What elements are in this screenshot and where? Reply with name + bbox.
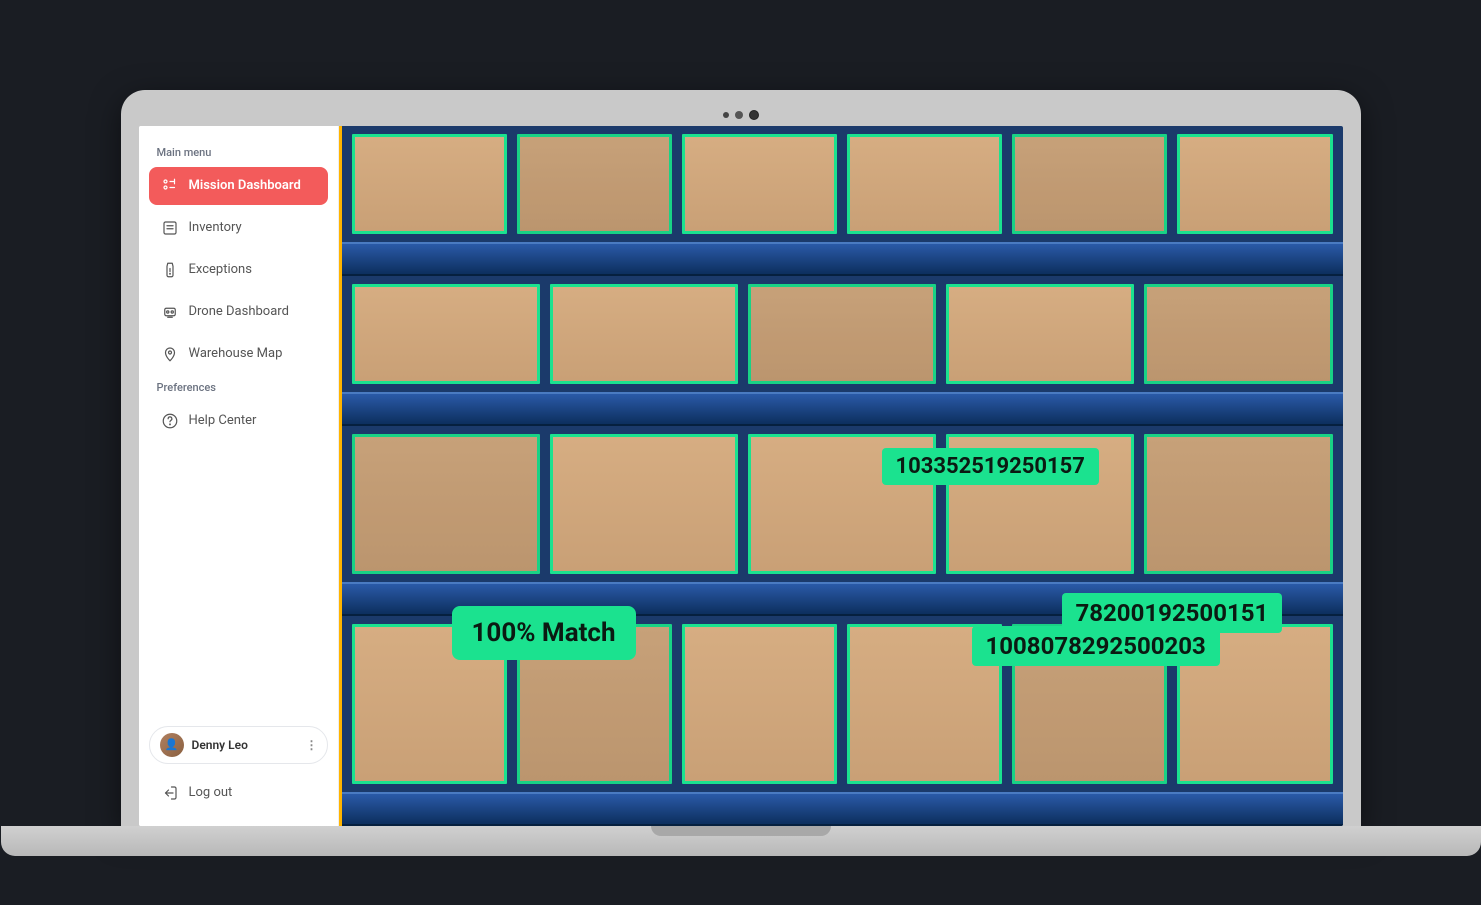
exceptions-icon	[161, 261, 179, 279]
sidebar-item-label: Warehouse Map	[189, 346, 283, 361]
sidebar-section-main: Main menu	[149, 140, 328, 165]
sidebar-item-label: Inventory	[189, 220, 242, 235]
logout-button[interactable]: Log out	[149, 774, 328, 812]
detected-box	[352, 284, 540, 384]
detected-box	[352, 134, 507, 234]
sidebar-item-drone-dashboard[interactable]: Drone Dashboard	[149, 293, 328, 331]
app-screen: Main menu Mission Dashboard Inventory Ex…	[139, 126, 1343, 826]
shelf-beam	[342, 392, 1343, 426]
warehouse-shelves	[342, 126, 1343, 826]
detected-box	[1144, 284, 1332, 384]
detected-box	[847, 134, 1002, 234]
sidebar-section-prefs: Preferences	[149, 375, 328, 400]
laptop-base	[1, 826, 1481, 856]
dashboard-icon	[161, 177, 179, 195]
detected-box	[550, 284, 738, 384]
sidebar-item-label: Exceptions	[189, 262, 252, 277]
sidebar-item-mission-dashboard[interactable]: Mission Dashboard	[149, 167, 328, 205]
help-icon	[161, 412, 179, 430]
inventory-icon	[161, 219, 179, 237]
shelf-row	[342, 426, 1343, 582]
drone-icon	[161, 303, 179, 321]
sidebar-item-help-center[interactable]: Help Center	[149, 402, 328, 440]
detected-box	[682, 134, 837, 234]
barcode-overlay: 103352519250157	[882, 448, 1099, 485]
match-badge: 100% Match	[452, 606, 636, 660]
sidebar: Main menu Mission Dashboard Inventory Ex…	[139, 126, 339, 826]
logout-icon	[161, 784, 179, 802]
camera-feed: 100% Match 103352519250157 7820019250015…	[339, 126, 1343, 826]
sidebar-item-warehouse-map[interactable]: Warehouse Map	[149, 335, 328, 373]
shelf-row	[342, 126, 1343, 242]
detected-box	[1177, 134, 1332, 234]
sidebar-item-label: Help Center	[189, 413, 257, 428]
detected-box	[1012, 134, 1167, 234]
shelf-beam	[342, 242, 1343, 276]
screen-bezel: Main menu Mission Dashboard Inventory Ex…	[121, 90, 1361, 826]
shelf-beam	[342, 792, 1343, 826]
detected-box	[946, 284, 1134, 384]
sidebar-item-inventory[interactable]: Inventory	[149, 209, 328, 247]
detected-box	[682, 624, 837, 784]
map-pin-icon	[161, 345, 179, 363]
sidebar-item-label: Mission Dashboard	[189, 178, 301, 193]
kebab-icon[interactable]: ⋮	[306, 738, 317, 752]
notch-bar	[139, 108, 1343, 122]
avatar: 👤	[160, 733, 184, 757]
user-profile-pill[interactable]: 👤 Denny Leo ⋮	[149, 726, 328, 764]
detected-box	[517, 134, 672, 234]
detected-box	[352, 434, 540, 574]
detected-box	[550, 434, 738, 574]
logout-label: Log out	[189, 785, 233, 800]
sidebar-item-label: Drone Dashboard	[189, 304, 289, 319]
sidebar-item-exceptions[interactable]: Exceptions	[149, 251, 328, 289]
user-name: Denny Leo	[192, 738, 248, 752]
shelf-row	[342, 276, 1343, 392]
detected-box	[1144, 434, 1332, 574]
laptop-frame: Main menu Mission Dashboard Inventory Ex…	[121, 90, 1361, 856]
detected-box	[748, 284, 936, 384]
barcode-overlay: 1008078292500203	[972, 626, 1220, 666]
